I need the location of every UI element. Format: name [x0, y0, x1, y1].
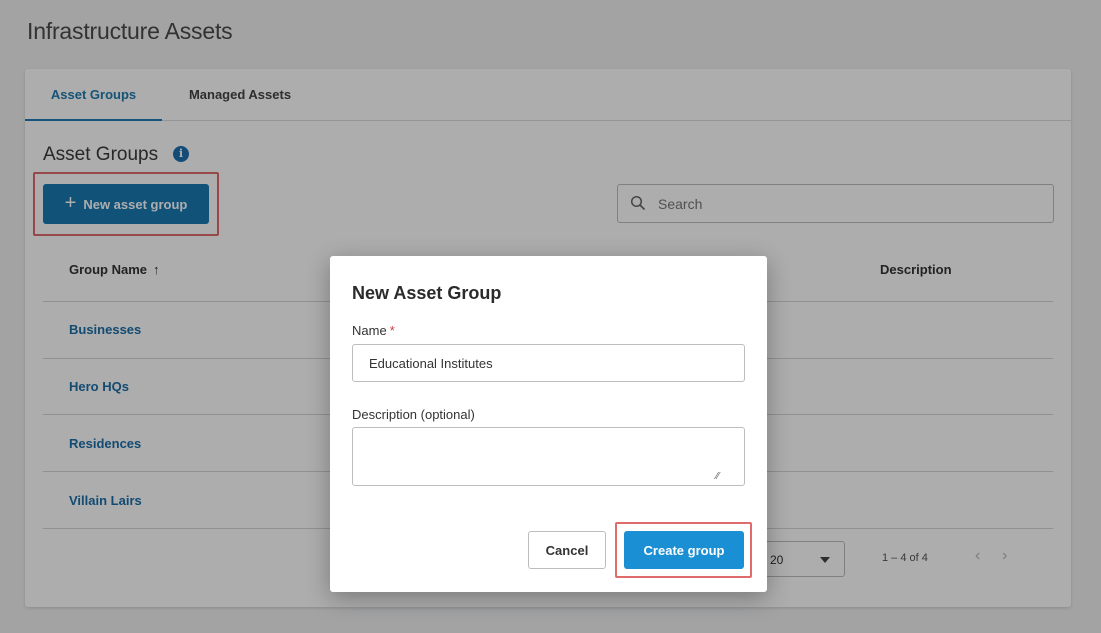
create-group-button[interactable]: Create group	[624, 531, 744, 569]
cancel-button[interactable]: Cancel	[528, 531, 606, 569]
resize-handle-icon[interactable]: ⁄⁄	[716, 471, 719, 482]
description-field[interactable]	[352, 427, 745, 486]
required-indicator: *	[389, 323, 395, 338]
new-asset-group-dialog: New Asset Group Name* Description (optio…	[330, 256, 767, 592]
dialog-title: New Asset Group	[352, 283, 502, 303]
description-field-label: Description (optional)	[352, 407, 475, 422]
name-field-label: Name *	[352, 323, 395, 338]
name-field[interactable]	[352, 344, 745, 382]
name-label-text: Name	[352, 323, 387, 338]
